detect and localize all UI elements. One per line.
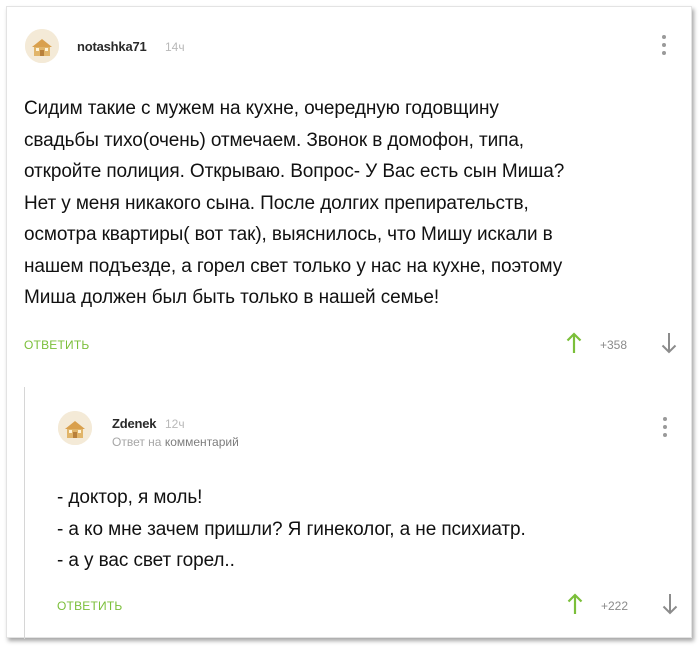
- comment-notashka71: notashka71 14ч Сидим такие с мужем на ку…: [7, 7, 691, 377]
- reply-to-line: Ответ на комментарий: [112, 435, 239, 449]
- more-vertical-icon[interactable]: [662, 417, 668, 439]
- reply-to-link[interactable]: комментарий: [165, 435, 239, 449]
- comment-score: +222: [601, 599, 629, 613]
- comment-line: свадьбы тихо(очень) отмечаем. Звонок в д…: [24, 129, 524, 151]
- default-avatar-icon[interactable]: [58, 411, 92, 445]
- comment-line: осмотра квартиры( вот так), выяснилось, …: [24, 224, 553, 245]
- comment-line: Миша должен был быть только в нашей семь…: [24, 287, 440, 308]
- comment-line: нашем подъезде, а горел свет только у на…: [24, 255, 563, 277]
- comment-line: - доктор, я моль!: [57, 487, 203, 508]
- comment-author[interactable]: Zdenek: [112, 416, 157, 431]
- comment-line: - а у вас свет горел..: [57, 550, 235, 571]
- comment-score: +358: [600, 338, 628, 352]
- comment-time: 14ч: [165, 40, 185, 54]
- reply-button[interactable]: ОТВЕТИТЬ: [57, 599, 122, 613]
- reply-to-prefix: Ответ на: [112, 435, 162, 449]
- arrow-down-icon[interactable]: [661, 332, 677, 354]
- reply-thread: Zdenek 12ч Ответ на комментарий - доктор…: [24, 387, 691, 639]
- comment-line: Сидим такие с мужем на кухне, очередную …: [24, 98, 499, 119]
- comment-author[interactable]: notashka71: [77, 39, 147, 54]
- comment-line: Нет у меня никакого сына. После долгих п…: [24, 192, 529, 214]
- default-avatar-icon[interactable]: [25, 29, 59, 63]
- more-vertical-icon[interactable]: [661, 35, 667, 57]
- comment-thread: notashka71 14ч Сидим такие с мужем на ку…: [6, 6, 692, 639]
- reply-button[interactable]: ОТВЕТИТЬ: [24, 338, 89, 352]
- comment-body: Сидим такие с мужем на кухне, очередную …: [24, 93, 564, 314]
- arrow-up-icon[interactable]: [567, 593, 583, 615]
- arrow-down-icon[interactable]: [662, 593, 678, 615]
- comment-line: - а ко мне зачем пришли? Я гинеколог, а …: [57, 518, 526, 540]
- comment-body: - доктор, я моль! - а ко мне зачем пришл…: [57, 482, 526, 577]
- comment-time: 12ч: [165, 417, 185, 431]
- comment-line: откройте полиция. Открываю. Вопрос- У Ва…: [24, 161, 565, 182]
- arrow-up-icon[interactable]: [566, 332, 582, 354]
